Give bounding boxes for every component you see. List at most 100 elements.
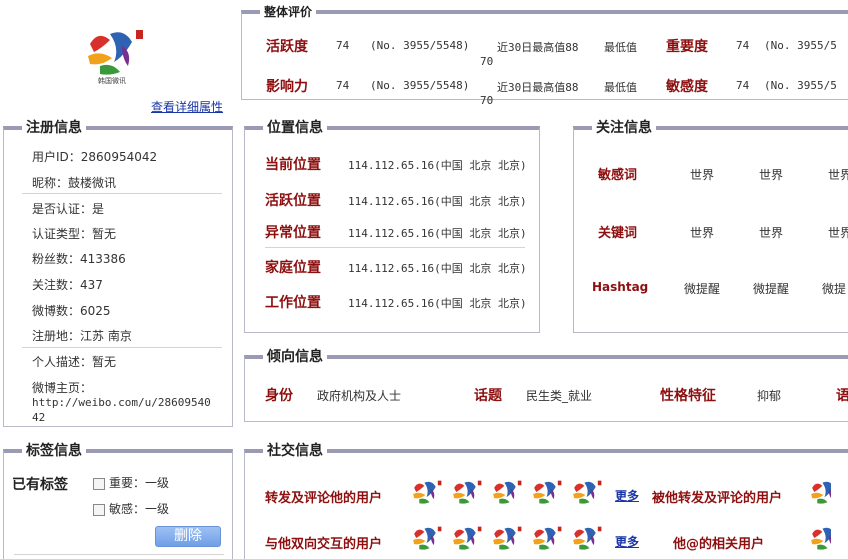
tag-sensitive-label: 敏感：一级 — [109, 502, 170, 516]
avatar[interactable] — [409, 475, 445, 511]
verified: 是否认证：是 — [32, 202, 105, 216]
user-id: 用户ID：2860954042 — [32, 150, 158, 164]
home-url[interactable]: http://weibo.com/u/28609540 — [32, 396, 211, 409]
follow-count: 关注数：437 — [32, 278, 103, 292]
home-position-value: 114.112.65.16(中国 北京 北京) — [348, 262, 527, 275]
activity-min: 最低值 — [604, 41, 637, 54]
hashtag-label: Hashtag — [592, 280, 649, 294]
sensitive-word: 世界 — [759, 168, 784, 182]
active-position-value: 114.112.65.16(中国 北京 北京) — [348, 195, 527, 208]
work-position-label: 工作位置 — [265, 295, 321, 311]
active-position-label: 活跃位置 — [265, 193, 321, 209]
keyword: 世界 — [690, 226, 715, 240]
avatar[interactable] — [807, 475, 831, 511]
sensitive-words-label: 敏感词 — [598, 168, 638, 183]
abnormal-position-value: 114.112.65.16(中国 北京 北京) — [348, 227, 527, 240]
keyword: 世界 — [828, 226, 848, 240]
divider — [14, 554, 224, 555]
activity-rank: (No. 3955/5548) — [370, 39, 470, 52]
personal-desc: 个人描述：暂无 — [32, 355, 117, 369]
current-position-value: 114.112.65.16(中国 北京 北京) — [348, 159, 527, 172]
more-link[interactable]: 更多 — [615, 533, 639, 550]
current-position-label: 当前位置 — [265, 157, 321, 173]
avatar[interactable] — [569, 521, 605, 557]
register-location: 注册地：江苏 南京 — [32, 329, 132, 343]
sensitive-word: 世界 — [690, 168, 715, 182]
importance-score: 74 — [736, 39, 750, 52]
activity-near30: 近30日最高值88 — [497, 41, 579, 54]
avatar[interactable] — [449, 521, 485, 557]
position-info-title: 位置信息 — [263, 120, 327, 136]
fans-count: 粉丝数：413386 — [32, 252, 126, 266]
avatar[interactable] — [449, 475, 485, 511]
checkbox-icon[interactable] — [93, 503, 105, 516]
checkbox-icon[interactable] — [93, 477, 105, 490]
retweeted-users-label: 被他转发及评论的用户 — [652, 491, 783, 506]
delete-button[interactable]: 删除 — [155, 526, 221, 547]
abnormal-position-label: 异常位置 — [265, 225, 321, 241]
sensitivity-score: 74 — [736, 79, 750, 92]
tag-important-label: 重要：一级 — [109, 476, 170, 490]
overall-eval-title: 整体评价 — [260, 4, 317, 20]
more-link[interactable]: 更多 — [615, 487, 639, 504]
hashtag: 微提 — [822, 282, 847, 296]
existing-tags-label: 已有标签 — [12, 477, 68, 493]
avatar[interactable] — [489, 475, 525, 511]
personality-value: 抑郁 — [757, 389, 782, 403]
weibo-count: 微博数：6025 — [32, 304, 111, 318]
social-info-title: 社交信息 — [263, 443, 327, 459]
language-label: 语 — [836, 388, 848, 404]
home-url-cont[interactable]: 42 — [32, 411, 45, 424]
influence-score: 74 — [336, 79, 350, 92]
influence-rank: (No. 3955/5548) — [370, 79, 470, 92]
tag-item-important[interactable]: 重要：一级 — [93, 474, 169, 491]
avatar[interactable] — [569, 475, 605, 511]
avatar[interactable] — [529, 521, 565, 557]
home-label: 微博主页： — [32, 381, 93, 395]
mentioned-users-label: 他@的相关用户 — [673, 537, 765, 552]
follow-info-title: 关注信息 — [592, 120, 656, 136]
avatar[interactable] — [409, 521, 445, 557]
activity-near30-value: 70 — [480, 55, 494, 68]
tendency-info-panel: 倾向信息 身份 政府机构及人士 话题 民生类_就业 性格特征 抑郁 语 — [244, 349, 848, 422]
influence-min: 最低值 — [604, 81, 637, 94]
identity-label: 身份 — [265, 388, 293, 404]
activity-score: 74 — [336, 39, 350, 52]
profile-logo-icon: 韩国微讯 — [80, 22, 150, 86]
overall-eval-panel: 整体评价 活跃度 74 (No. 3955/5548) 近30日最高值88 70… — [241, 4, 848, 107]
nickname: 昵称：鼓楼微讯 — [32, 176, 117, 190]
activity-label: 活跃度 — [266, 39, 308, 55]
register-info-panel: 注册信息 用户ID：2860954042 昵称：鼓楼微讯 是否认证：是 认证类型… — [3, 120, 233, 427]
divider — [265, 247, 525, 248]
avatar[interactable] — [807, 521, 831, 557]
position-info-panel: 位置信息 当前位置 114.112.65.16(中国 北京 北京) 活跃位置 1… — [244, 120, 540, 333]
personality-label: 性格特征 — [660, 388, 716, 404]
influence-near30: 近30日最高值88 — [497, 81, 579, 94]
sensitive-word: 世界 — [828, 168, 848, 182]
home-position-label: 家庭位置 — [265, 260, 321, 276]
keywords-label: 关键词 — [598, 226, 638, 241]
topic-value: 民生类_就业 — [526, 389, 593, 403]
view-detail-link[interactable]: 查看详细属性 — [151, 98, 223, 115]
avatar[interactable] — [529, 475, 565, 511]
identity-value: 政府机构及人士 — [317, 389, 402, 403]
tag-item-sensitive[interactable]: 敏感：一级 — [93, 500, 169, 517]
mutual-users-label: 与他双向交互的用户 — [265, 537, 383, 552]
hashtag: 微提醒 — [684, 282, 721, 296]
sensitivity-rank: (No. 3955/5 — [764, 79, 837, 92]
tendency-info-title: 倾向信息 — [263, 349, 327, 365]
follow-info-panel: 关注信息 敏感词 世界 世界 世界 关键词 世界 世界 世界 Hashtag 微… — [573, 120, 848, 333]
importance-label: 重要度 — [666, 39, 708, 55]
verify-type: 认证类型：暂无 — [32, 227, 117, 241]
hashtag: 微提醒 — [753, 282, 790, 296]
tag-info-title: 标签信息 — [22, 443, 86, 459]
retweet-comment-users-label: 转发及评论他的用户 — [265, 491, 383, 506]
divider — [22, 347, 222, 348]
divider — [22, 193, 222, 194]
work-position-value: 114.112.65.16(中国 北京 北京) — [348, 297, 527, 310]
influence-near30-value: 70 — [480, 94, 494, 107]
topic-label: 话题 — [474, 388, 502, 404]
avatar[interactable] — [489, 521, 525, 557]
logo-caption: 韩国微讯 — [98, 77, 126, 85]
keyword: 世界 — [759, 226, 784, 240]
